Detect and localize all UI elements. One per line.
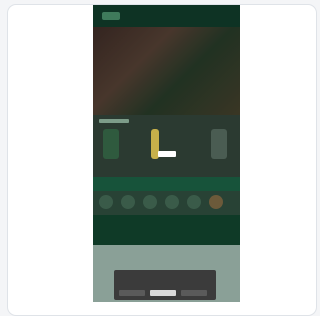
cookie-reject-button[interactable] — [181, 290, 207, 296]
team-badge-icon — [121, 195, 135, 209]
promo-button[interactable] — [157, 151, 176, 157]
promo-band — [93, 215, 240, 245]
matches-header — [93, 177, 240, 191]
team-badge-icon — [209, 195, 223, 209]
site-logo-icon[interactable] — [102, 12, 120, 20]
hero-overlay — [93, 27, 240, 115]
team-badge-icon — [187, 195, 201, 209]
cookie-banner — [114, 270, 216, 300]
matches-strip — [93, 191, 240, 215]
site-header — [93, 5, 240, 27]
team-badge-icon — [99, 195, 113, 209]
promo-overlay — [108, 142, 225, 176]
team-badge-icon — [165, 195, 179, 209]
hero-image — [93, 27, 240, 115]
section-title — [99, 119, 129, 123]
team-badge-icon — [143, 195, 157, 209]
cookie-accept-button[interactable] — [150, 290, 176, 296]
cookie-settings-button[interactable] — [119, 290, 145, 296]
